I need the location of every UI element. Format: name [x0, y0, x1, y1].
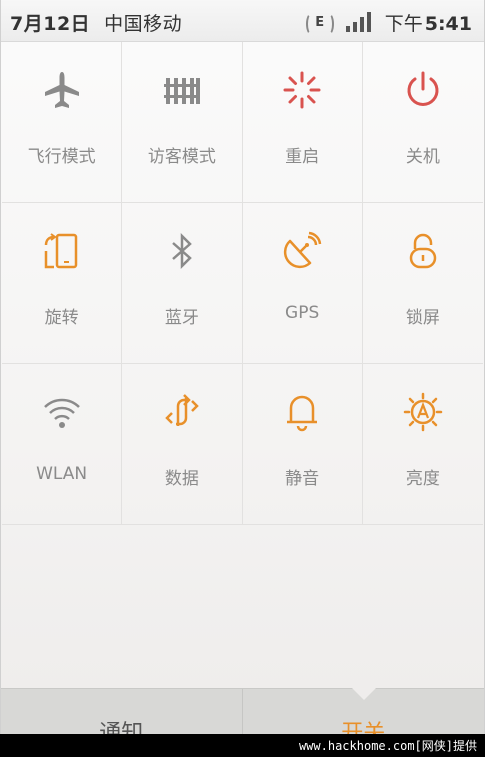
guest-mode-icon	[163, 78, 200, 104]
rotate-icon	[44, 233, 77, 269]
toggle-airplane-mode[interactable]: 飞行模式	[2, 42, 123, 203]
watermark-text: www.hackhome.com[网侠]提供	[298, 739, 477, 753]
toggle-brightness[interactable]: 亮度	[362, 364, 483, 525]
gps-icon	[284, 231, 322, 269]
signal-strength-icon	[345, 12, 371, 32]
status-bar: 7月12日 中国移动 E 下午 5:41	[1, 0, 484, 42]
active-tab-indicator	[352, 688, 376, 700]
toggle-power-off[interactable]: 关机	[362, 42, 483, 203]
toggle-label: 静音	[285, 469, 320, 489]
toggle-label: 亮度	[405, 469, 440, 489]
toggle-label: 旋转	[44, 308, 79, 328]
toggle-grid: 飞行模式 访客模式 重启 关机 旋转 蓝牙 GPS 锁屏 WLAN 数据 静音 …	[2, 42, 483, 525]
toggle-wlan[interactable]: WLAN	[2, 364, 123, 525]
toggle-guest-mode[interactable]: 访客模式	[122, 42, 243, 203]
toggle-gps[interactable]: GPS	[242, 203, 363, 364]
status-carrier: 中国移动	[104, 13, 183, 35]
toggle-mobile-data[interactable]: 数据	[122, 364, 243, 525]
bluetooth-icon	[172, 232, 192, 270]
airplane-icon	[44, 72, 79, 108]
power-icon	[407, 71, 439, 106]
phone-screen: 7月12日 中国移动 E 下午 5:41 飞行模式 访客模式 重启 关机 旋转 …	[0, 0, 485, 734]
toggle-bluetooth[interactable]: 蓝牙	[122, 203, 243, 364]
toggle-label: GPS	[285, 303, 320, 323]
toggle-label: 访客模式	[147, 147, 216, 167]
toggle-reboot[interactable]: 重启	[242, 42, 363, 203]
toggle-rotate[interactable]: 旋转	[2, 203, 123, 364]
toggle-label: 关机	[405, 147, 440, 167]
status-date: 7月12日	[10, 13, 91, 35]
toggle-label: 锁屏	[405, 308, 440, 328]
toggle-label: WLAN	[36, 464, 88, 484]
watermark-bar: www.hackhome.com[网侠]提供	[0, 734, 485, 757]
network-type-icon: E	[305, 12, 334, 35]
wifi-icon	[43, 398, 80, 428]
brightness-auto-icon	[403, 392, 443, 432]
toggle-lock-screen[interactable]: 锁屏	[362, 203, 483, 364]
reboot-icon	[283, 71, 321, 109]
toggle-label: 重启	[285, 147, 320, 167]
data-icon	[165, 394, 199, 426]
lock-screen-icon	[409, 233, 437, 269]
bell-icon	[287, 395, 318, 432]
toggle-label: 飞行模式	[27, 147, 96, 167]
toggle-label: 蓝牙	[164, 308, 199, 328]
toggle-label: 数据	[164, 469, 199, 489]
bottom-tabs: 通知 开关	[1, 688, 484, 734]
tab-notifications[interactable]: 通知	[1, 689, 243, 734]
status-time: 下午 5:41	[384, 12, 472, 35]
toggle-silent[interactable]: 静音	[242, 364, 363, 525]
